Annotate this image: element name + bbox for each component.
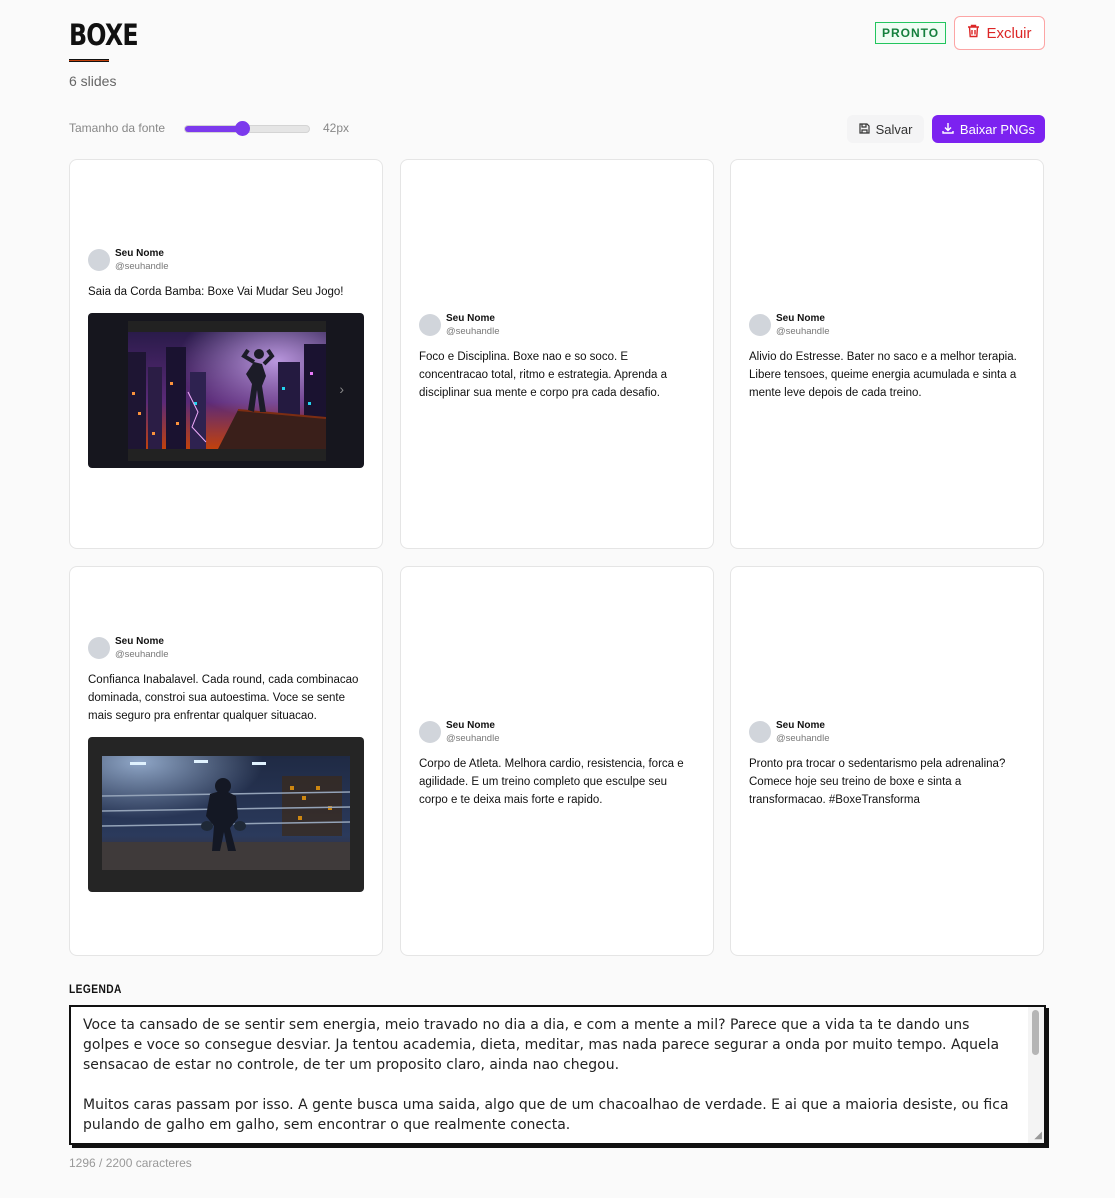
- caption-label: LEGENDA: [69, 982, 122, 996]
- author: Seu Nome @seuhandle: [88, 247, 364, 273]
- boxer-rooftop-city-image: [128, 332, 326, 449]
- avatar: [419, 314, 441, 336]
- slide-card-3[interactable]: Seu Nome @seuhandle Alivio do Estresse. …: [730, 159, 1044, 549]
- delete-button[interactable]: Excluir: [954, 16, 1045, 50]
- slide-text: Corpo de Atleta. Melhora cardio, resiste…: [419, 758, 684, 806]
- caption-textarea[interactable]: Voce ta cansado de se sentir sem energia…: [69, 1005, 1046, 1145]
- slide-text: Saia da Corda Bamba: Boxe Vai Mudar Seu …: [88, 286, 344, 298]
- author-name: Seu Nome: [776, 313, 825, 324]
- slider-thumb[interactable]: [234, 121, 250, 136]
- author-handle: @seuhandle: [776, 326, 830, 337]
- author: Seu Nome @seuhandle: [419, 312, 695, 338]
- slide-text: Pronto pra trocar o sedentarismo pela ad…: [749, 758, 1006, 806]
- author-name: Seu Nome: [446, 313, 495, 324]
- author-handle: @seuhandle: [446, 326, 500, 337]
- slide-card-6[interactable]: Seu Nome @seuhandle Pronto pra trocar o …: [730, 566, 1044, 956]
- slide-card-4[interactable]: Seu Nome @seuhandle Confianca Inabalavel…: [69, 566, 383, 956]
- avatar: [749, 314, 771, 336]
- slide-text: Foco e Disciplina. Boxe nao e so soco. E…: [419, 351, 668, 399]
- slide-image-container: [88, 737, 364, 892]
- download-button[interactable]: Baixar PNGs: [932, 115, 1045, 143]
- chevron-right-icon[interactable]: ›: [339, 381, 344, 397]
- save-button-label: Salvar: [875, 121, 913, 137]
- scrollbar-thumb[interactable]: [1032, 1010, 1039, 1055]
- author: Seu Nome @seuhandle: [88, 635, 364, 661]
- author-handle: @seuhandle: [776, 733, 830, 744]
- delete-button-label: Excluir: [986, 24, 1032, 42]
- avatar: [88, 249, 110, 271]
- char-count: 1296 / 2200 caracteres: [69, 1156, 192, 1170]
- caption-text[interactable]: Voce ta cansado de se sentir sem energia…: [83, 1015, 1016, 1135]
- author-name: Seu Nome: [446, 720, 495, 731]
- author-name: Seu Nome: [115, 248, 164, 259]
- page-title: BOXE: [69, 18, 139, 52]
- slide-card-2[interactable]: Seu Nome @seuhandle Foco e Disciplina. B…: [400, 159, 714, 549]
- save-button[interactable]: Salvar: [847, 115, 924, 143]
- save-icon: [858, 122, 870, 137]
- author-name: Seu Nome: [776, 720, 825, 731]
- trash-icon: [967, 24, 980, 42]
- slider-fill: [185, 126, 243, 132]
- slide-card-5[interactable]: Seu Nome @seuhandle Corpo de Atleta. Mel…: [400, 566, 714, 956]
- caption-scrollbar[interactable]: [1028, 1007, 1044, 1143]
- resize-handle-icon[interactable]: ◢: [1034, 1130, 1042, 1141]
- title-underline: [69, 59, 109, 62]
- author-handle: @seuhandle: [115, 261, 169, 272]
- author: Seu Nome @seuhandle: [749, 312, 1025, 338]
- slide-card-1[interactable]: Seu Nome @seuhandle Saia da Corda Bamba:…: [69, 159, 383, 549]
- author-name: Seu Nome: [115, 636, 164, 647]
- slide-text: Confianca Inabalavel. Cada round, cada c…: [88, 674, 359, 722]
- author-handle: @seuhandle: [446, 733, 500, 744]
- author: Seu Nome @seuhandle: [749, 719, 1025, 745]
- avatar: [419, 721, 441, 743]
- slide-image-container: ›: [88, 313, 364, 468]
- download-button-label: Baixar PNGs: [959, 121, 1036, 137]
- status-badge: PRONTO: [875, 22, 946, 44]
- font-size-value: 42px: [323, 121, 350, 135]
- avatar: [88, 637, 110, 659]
- author-handle: @seuhandle: [115, 649, 169, 660]
- font-size-label: Tamanho da fonte: [69, 121, 166, 135]
- download-icon: [942, 122, 954, 137]
- author: Seu Nome @seuhandle: [419, 719, 695, 745]
- slide-count: 6 slides: [69, 73, 117, 89]
- boxer-in-ring-image: [102, 756, 350, 870]
- slide-text: Alivio do Estresse. Bater no saco e a me…: [749, 351, 1017, 399]
- avatar: [749, 721, 771, 743]
